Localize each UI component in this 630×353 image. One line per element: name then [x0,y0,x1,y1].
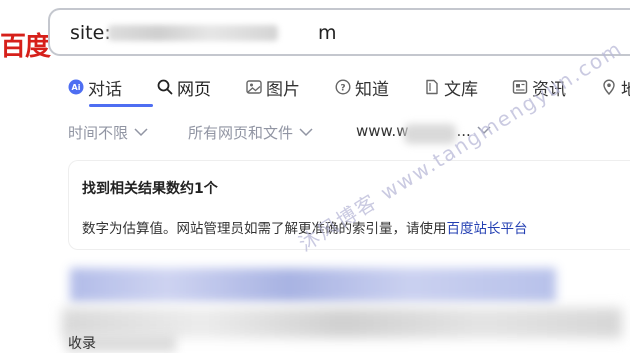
tab-map[interactable]: 地 [601,74,630,100]
tab-wenku[interactable]: 文库 [424,74,478,100]
chevron-down-icon [134,126,148,140]
result-count-note: 数字为估算值。网站管理员如需了解更准确的索引量，请使用百度站长平台 [82,217,528,237]
result-count-title: 找到相关结果数约1个 [82,181,218,197]
site-filter-ellipsis: ... [456,122,471,140]
webmaster-platform-link[interactable]: 百度站长平台 [447,221,528,237]
image-icon [246,79,262,95]
news-icon [512,79,528,95]
active-tab-indicator [89,104,153,107]
document-icon [424,79,440,95]
search-box[interactable]: m [48,8,630,56]
baidu-logo-fragment[interactable]: 百度 [0,26,51,63]
result-count-card: 找到相关结果数约1个 数字为估算值。网站管理员如需了解更准确的索引量，请使用百度… [68,160,630,250]
ai-chat-icon: Ai [68,79,84,95]
svg-text:Ai: Ai [72,83,81,92]
tab-images[interactable]: 图片 [246,74,300,100]
search-query-tail: m [318,22,337,44]
map-icon [601,79,617,96]
redacted-result-title[interactable] [70,268,556,302]
chevron-down-icon [477,124,491,138]
tab-images-label: 图片 [266,79,300,100]
tab-web[interactable]: 网页 [157,74,211,100]
filetype-filter[interactable]: 所有网页和文件 [188,122,313,143]
tab-news-label: 资讯 [532,79,566,100]
filetype-filter-label: 所有网页和文件 [188,124,294,142]
time-filter-label: 时间不限 [68,124,129,142]
tab-web-label: 网页 [177,79,211,100]
question-icon: ? [335,79,351,95]
redacted-search-query [108,25,278,41]
svg-text:?: ? [340,84,345,94]
tab-wenku-label: 文库 [444,79,478,100]
tab-map-label: 地 [621,79,630,100]
tab-chat-label: 对话 [88,79,122,100]
tab-chat[interactable]: Ai 对话 [68,74,122,100]
result-snippet-fragment: 收录 [68,336,96,352]
tab-zhidao[interactable]: ? 知道 [335,74,389,100]
tab-zhidao-label: 知道 [355,79,389,100]
chevron-down-icon [299,126,313,140]
result-count-desc: 数字为估算值。网站管理员如需了解更准确的索引量，请使用 [82,221,447,237]
redacted-site-filter [404,124,456,144]
tab-news[interactable]: 资讯 [512,74,566,100]
search-icon [157,79,173,95]
time-filter[interactable]: 时间不限 [68,122,148,143]
site-filter-label: www.w [356,122,409,140]
